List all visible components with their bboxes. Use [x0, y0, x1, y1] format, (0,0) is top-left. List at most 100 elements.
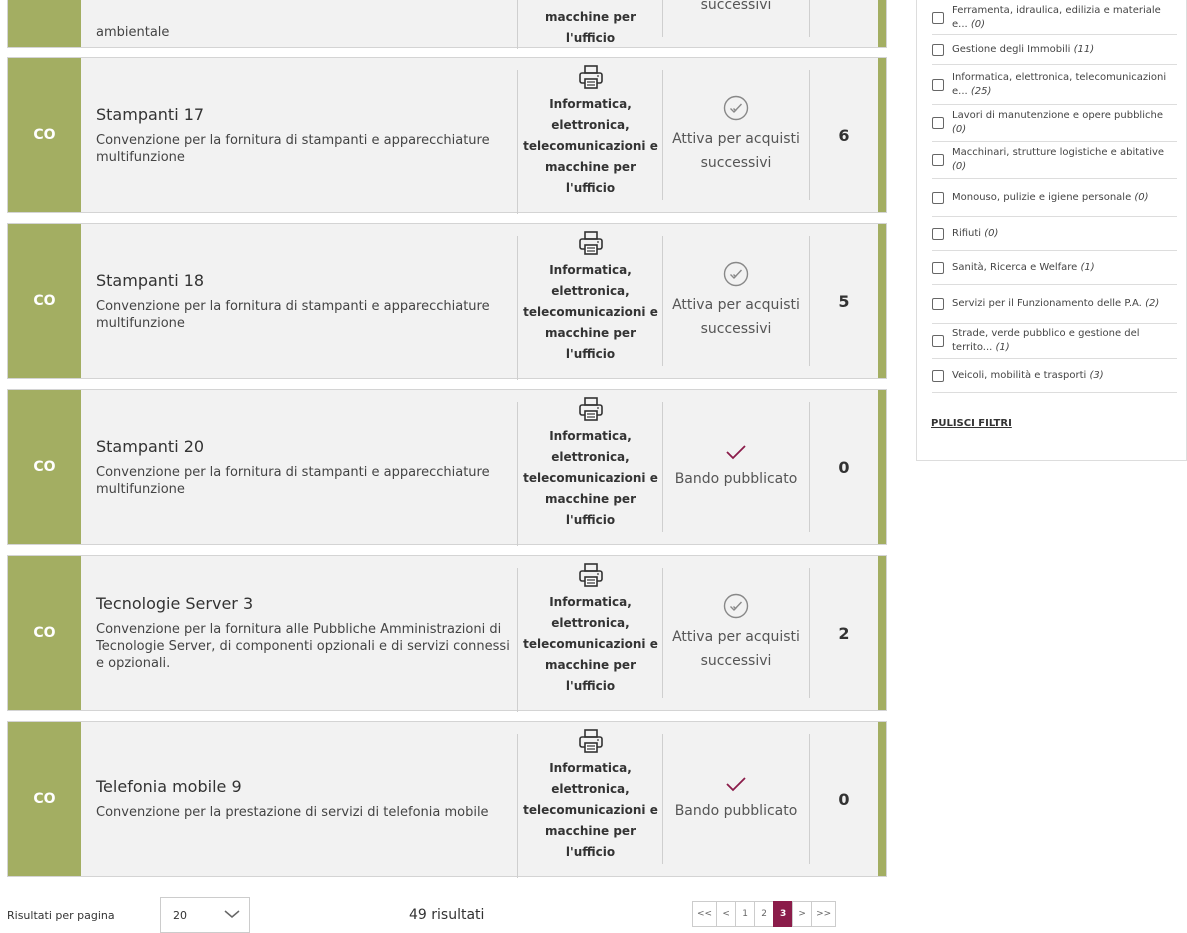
row-accent-bar — [878, 722, 886, 876]
category-line: macchine per — [545, 326, 636, 340]
type-badge: CO — [8, 556, 81, 710]
category-line: telecomunicazioni e — [523, 637, 658, 651]
item-title[interactable]: Stampanti 20 — [96, 437, 511, 456]
item-category: Informatica, elettronica, telecomunicazion… — [517, 563, 663, 712]
category-line: l'ufficio — [565, 845, 616, 859]
filter-checkbox[interactable] — [932, 335, 944, 347]
filter-label: Lavori di manutenzione e opere pubbliche… — [952, 110, 1163, 135]
category-line: elettronica, — [551, 450, 630, 464]
filter-option[interactable]: Strade, verde pubblico e gestione del te… — [932, 324, 1177, 359]
item-main: Stampanti 17 Convenzione per la fornitura… — [96, 58, 511, 212]
category-line: l'ufficio — [565, 31, 616, 45]
status-text: successivi — [700, 653, 772, 669]
category-line: macchine per — [545, 160, 636, 174]
filter-checkbox[interactable] — [932, 261, 944, 274]
row-accent-bar — [878, 556, 886, 710]
list-item[interactable]: CO Tecnologie Server 3 Convenzione per la … — [7, 555, 887, 712]
printer-icon — [578, 397, 603, 421]
per-page-select[interactable]: 20 — [160, 897, 250, 933]
type-badge: CO — [8, 390, 81, 544]
filter-checkbox[interactable] — [932, 117, 944, 129]
checkmark-icon — [726, 777, 746, 792]
filter-option[interactable]: Sanità, Ricerca e Welfare (1) — [932, 251, 1177, 285]
item-category: Informatica, elettronica, telecomunicazion… — [517, 397, 663, 546]
page-button[interactable]: < — [716, 901, 737, 927]
item-description: Convenzione per la prestazione di serviz… — [96, 805, 489, 820]
page-button[interactable]: 1 — [735, 901, 756, 927]
list-item-partial[interactable]: ambientale macchine per l'ufficio succes… — [7, 0, 887, 49]
check-circle-icon — [723, 95, 749, 121]
item-status: Attiva per acquisti successivi — [662, 236, 810, 366]
list-item[interactable]: CO Stampanti 18 Convenzione per la fornitu… — [7, 223, 887, 380]
filter-option[interactable]: Monouso, pulizie e igiene personale (0) — [932, 179, 1177, 217]
item-status: Bando pubblicato — [662, 402, 810, 532]
category-line: telecomunicazioni e — [523, 139, 658, 153]
category-line: Informatica, — [549, 761, 632, 775]
item-main: Stampanti 20 Convenzione per la fornitura… — [96, 390, 511, 544]
status-text: Attiva per acquisti — [672, 629, 800, 645]
clear-filters-link[interactable]: PULISCI FILTRI — [931, 418, 1012, 429]
row-accent-bar — [878, 58, 886, 212]
list-item[interactable]: CO Stampanti 17 Convenzione per la fornitu… — [7, 57, 887, 214]
type-badge: CO — [8, 722, 81, 876]
status-text: Bando pubblicato — [674, 471, 798, 487]
filter-option[interactable]: Informatica, elettronica, telecomunicazi… — [932, 65, 1177, 105]
page-button[interactable]: > — [792, 901, 813, 927]
filter-checkbox[interactable] — [932, 298, 944, 310]
status-text: successivi — [700, 321, 772, 337]
filter-option[interactable]: Veicoli, mobilità e trasporti (3) — [932, 359, 1177, 393]
item-title[interactable]: Telefonia mobile 9 — [96, 777, 511, 796]
category-line: elettronica, — [551, 118, 630, 132]
type-badge: CO — [8, 224, 81, 378]
printer-icon — [578, 231, 603, 255]
category-line: l'ufficio — [565, 347, 616, 361]
item-title[interactable]: Tecnologie Server 3 — [96, 594, 511, 613]
item-main: ambientale — [96, 0, 511, 47]
chevron-down-icon — [224, 910, 240, 918]
filter-checkbox[interactable] — [932, 227, 944, 240]
filter-option[interactable]: Servizi per il Funzionamento delle P.A. … — [932, 285, 1177, 324]
filter-checkbox[interactable] — [932, 369, 944, 382]
category-line: Informatica, — [549, 429, 632, 443]
filter-option[interactable]: Ferramenta, idraulica, edilizia e materi… — [932, 1, 1177, 35]
page-button[interactable]: 2 — [754, 901, 775, 927]
list-item[interactable]: CO Stampanti 20 Convenzione per la fornitu… — [7, 389, 887, 546]
filter-label: Veicoli, mobilità e trasporti (3) — [952, 369, 1104, 381]
category-line: macchine per — [545, 824, 636, 838]
list-item[interactable]: CO Telefonia mobile 9 Convenzione per la p… — [7, 721, 887, 878]
filter-option[interactable]: Rifiuti (0) — [932, 217, 1177, 251]
filter-checkbox[interactable] — [932, 11, 944, 24]
item-description: Convenzione per la fornitura di stampant… — [96, 464, 490, 497]
category-line: elettronica, — [551, 782, 630, 796]
check-circle-icon — [723, 593, 749, 619]
category-line: Informatica, — [549, 595, 632, 609]
page-button[interactable]: 3 — [773, 901, 794, 927]
filter-option[interactable]: Macchinari, strutture logistiche e abita… — [932, 142, 1177, 179]
filter-checkbox[interactable] — [932, 43, 944, 56]
item-main: Stampanti 18 Convenzione per la fornitura… — [96, 224, 511, 378]
category-line: Informatica, — [549, 263, 632, 277]
category-line: l'ufficio — [565, 181, 616, 195]
category-line: macchine per — [545, 658, 636, 672]
filter-label: Gestione degli Immobili (11) — [952, 43, 1095, 55]
item-title[interactable]: Stampanti 17 — [96, 105, 511, 124]
filter-checkbox[interactable] — [932, 191, 944, 204]
filter-label: Servizi per il Funzionamento delle P.A. … — [952, 298, 1160, 309]
page-button[interactable]: >> — [811, 901, 837, 927]
page-button[interactable]: << — [692, 901, 718, 927]
filter-label: Monouso, pulizie e igiene personale (0) — [952, 191, 1149, 203]
item-category: Informatica, elettronica, telecomunicazion… — [517, 231, 663, 380]
row-accent-bar — [878, 224, 886, 378]
item-count: 0 — [838, 457, 850, 477]
filter-label: Macchinari, strutture logistiche e abita… — [952, 147, 1165, 172]
filter-option[interactable]: Gestione degli Immobili (11) — [932, 35, 1177, 65]
item-main: Telefonia mobile 9 Convenzione per la pre… — [96, 722, 511, 876]
item-title[interactable]: Stampanti 18 — [96, 271, 511, 290]
item-status: Attiva per acquisti successivi — [662, 568, 810, 698]
category-line: Informatica, — [549, 97, 632, 111]
filter-option[interactable]: Lavori di manutenzione e opere pubbliche… — [932, 105, 1177, 142]
type-badge — [8, 0, 81, 47]
filter-checkbox[interactable] — [932, 78, 944, 91]
filter-checkbox[interactable] — [932, 154, 944, 166]
category-line: elettronica, — [551, 284, 630, 298]
